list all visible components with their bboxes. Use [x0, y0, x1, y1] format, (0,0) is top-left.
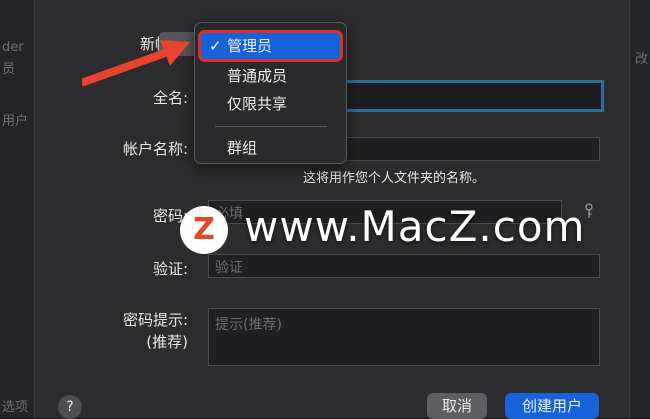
menu-item-label: 普通成员 — [227, 67, 288, 85]
password-hint-field[interactable]: 提示(推荐) — [208, 308, 600, 366]
background-window-left: der 员 用户 选项 — [0, 0, 34, 418]
background-text: 选项 — [2, 400, 29, 415]
annotation-arrow-icon — [82, 40, 190, 86]
account-type-menu: ✓ 管理员 普通成员 仅限共享 群组 — [194, 22, 347, 164]
watermark-logo: Z — [180, 206, 228, 254]
create-user-button[interactable]: 创建用户 — [505, 393, 599, 419]
menu-item-administrator[interactable]: ✓ 管理员 — [201, 33, 340, 59]
menu-item-standard[interactable]: 普通成员 — [201, 63, 340, 89]
account-name-label: 帐户名称: — [122, 140, 188, 158]
menu-item-label: 管理员 — [227, 37, 273, 55]
checkmark-icon: ✓ — [209, 37, 222, 55]
account-name-hint: 这将用作您个人文件夹的名称。 — [303, 171, 486, 186]
menu-item-label: 仅限共享 — [227, 95, 288, 113]
background-text: 员 — [2, 62, 16, 77]
menu-item-group[interactable]: 群组 — [201, 135, 340, 161]
menu-item-label: 群组 — [227, 139, 258, 157]
password-hint-sublabel: (推荐) — [146, 333, 188, 351]
menu-item-sharing-only[interactable]: 仅限共享 — [201, 91, 340, 117]
verify-field[interactable]: 验证 — [208, 254, 600, 278]
menu-separator — [215, 126, 327, 127]
cancel-button[interactable]: 取消 — [427, 393, 487, 419]
background-text: 改 — [634, 52, 648, 67]
background-text: der — [2, 40, 24, 55]
background-text: 用户 — [2, 114, 29, 129]
verify-label: 验证: — [152, 260, 188, 278]
password-label: 密码: — [152, 207, 188, 225]
full-name-label: 全名: — [152, 89, 188, 107]
watermark-text: www.MacZ.com — [244, 202, 586, 251]
background-window-right: 改 — [628, 0, 650, 418]
password-hint-label: 密码提示: — [122, 311, 188, 329]
help-button[interactable]: ? — [58, 395, 82, 419]
